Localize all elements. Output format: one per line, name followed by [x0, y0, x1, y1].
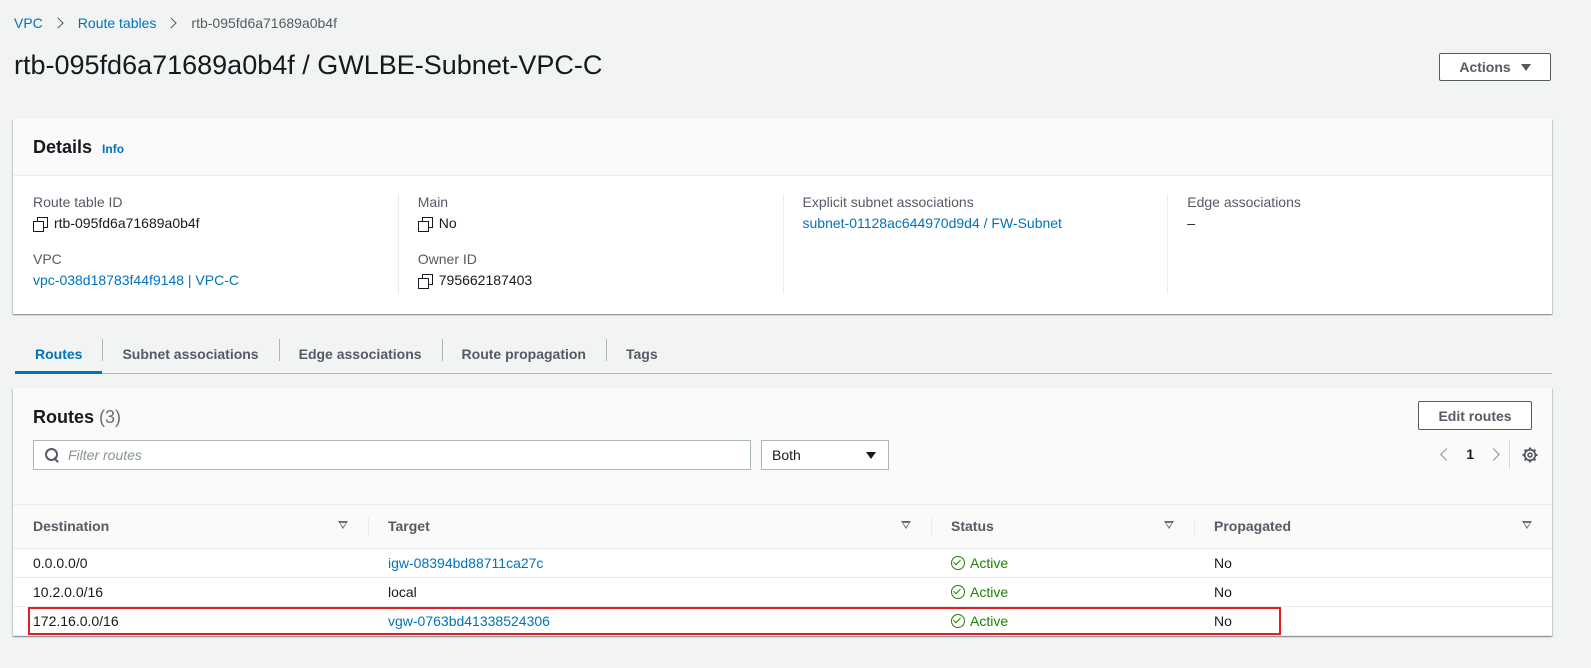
route-table-id-value: rtb-095fd6a71689a0b4f	[54, 215, 200, 231]
breadcrumb-current: rtb-095fd6a71689a0b4f	[191, 15, 337, 31]
details-column-4: Edge associations –	[1167, 194, 1552, 314]
pagination: 1	[1440, 446, 1500, 462]
route-type-select-value: Both	[772, 447, 801, 463]
search-icon	[44, 447, 60, 463]
check-circle-icon	[951, 555, 965, 570]
breadcrumb: VPC Route tables rtb-095fd6a71689a0b4f	[14, 15, 337, 31]
copy-icon[interactable]	[417, 216, 433, 232]
vpc-field: VPC vpc-038d18783f44f9148 | VPC-C	[33, 251, 398, 289]
filter-routes-field[interactable]	[33, 440, 751, 470]
propagated-cell: No	[1194, 606, 1552, 636]
table-row: 0.0.0.0/0 igw-08394bd88711ca27c Active N…	[13, 548, 1552, 578]
tab-routes[interactable]: Routes	[15, 334, 103, 374]
routes-title: Routes (3)	[33, 407, 121, 428]
edit-routes-button[interactable]: Edit routes	[1418, 401, 1532, 430]
sort-icon[interactable]	[1522, 521, 1532, 529]
details-panel: Details Info Route table ID rtb-095fd6a7…	[13, 119, 1552, 314]
page-title: rtb-095fd6a71689a0b4f / GWLBE-Subnet-VPC…	[14, 50, 603, 80]
routes-title-text: Routes	[33, 407, 95, 427]
destination-cell: 0.0.0.0/0	[13, 548, 368, 578]
edge-associations-value: –	[1187, 215, 1196, 231]
target-cell: local	[368, 577, 931, 607]
tab-tags[interactable]: Tags	[605, 334, 678, 373]
tab-bar: Routes Subnet associations Edge associat…	[15, 338, 1552, 374]
destination-cell: 172.16.0.0/16	[13, 606, 368, 636]
filter-routes-input[interactable]	[68, 447, 668, 463]
tab-route-propagation[interactable]: Route propagation	[441, 334, 606, 373]
route-type-select[interactable]: Both	[761, 440, 889, 470]
page-number[interactable]: 1	[1466, 446, 1474, 462]
sort-icon[interactable]	[1164, 521, 1174, 529]
table-row: 172.16.0.0/16 vgw-0763bd41338524306 Acti…	[13, 606, 1552, 636]
copy-icon[interactable]	[417, 273, 433, 289]
check-circle-icon	[951, 584, 965, 599]
status-text: Active	[970, 554, 1009, 571]
explicit-subnet-label: Explicit subnet associations	[802, 194, 974, 210]
actions-button[interactable]: Actions	[1439, 53, 1551, 81]
owner-id-label: Owner ID	[417, 251, 477, 267]
status-text: Active	[970, 612, 1009, 629]
propagated-cell: No	[1194, 577, 1552, 607]
actions-button-label: Actions	[1459, 59, 1511, 75]
route-table-id-label: Route table ID	[33, 194, 123, 210]
edge-associations-label: Edge associations	[1187, 194, 1301, 210]
main-label: Main	[417, 194, 449, 210]
sort-icon[interactable]	[901, 521, 911, 529]
breadcrumb-route-tables-link[interactable]: Route tables	[78, 15, 157, 31]
status-cell: Active	[931, 606, 1194, 636]
target-link[interactable]: igw-08394bd88711ca27c	[388, 555, 543, 571]
chevron-right-icon	[165, 17, 178, 29]
details-column-2: Main No Owner ID 795662187403	[397, 194, 783, 314]
explicit-subnet-field: Explicit subnet associations subnet-0112…	[803, 194, 1168, 232]
routes-panel: Routes (3) Edit routes Both 1	[13, 388, 1552, 636]
routes-count: (3)	[99, 407, 122, 427]
tab-subnet-associations[interactable]: Subnet associations	[102, 334, 278, 373]
info-link[interactable]: Info	[102, 142, 124, 156]
vpc-link[interactable]: vpc-038d18783f44f9148 | VPC-C	[33, 272, 239, 289]
divider	[1509, 441, 1510, 469]
column-header-target[interactable]: Target	[368, 505, 931, 549]
column-header-propagated[interactable]: Propagated	[1194, 505, 1552, 549]
edge-associations-field: Edge associations –	[1187, 194, 1552, 232]
copy-icon[interactable]	[33, 216, 48, 232]
explicit-subnet-link[interactable]: subnet-01128ac644970d9d4 / FW-Subnet	[803, 215, 1062, 232]
main-value: No	[438, 215, 457, 231]
gear-icon[interactable]	[1522, 447, 1538, 463]
column-header-destination[interactable]: Destination	[13, 505, 368, 549]
target-cell: vgw-0763bd41338524306	[368, 606, 931, 636]
breadcrumb-vpc-link[interactable]: VPC	[14, 15, 43, 31]
chevron-left-icon[interactable]	[1440, 447, 1454, 461]
caret-down-icon	[1520, 63, 1531, 71]
details-header: Details Info	[13, 119, 1552, 176]
details-grid: Route table ID rtb-095fd6a71689a0b4f VPC…	[13, 176, 1552, 314]
chevron-right-icon	[52, 17, 64, 29]
destination-cell: 10.2.0.0/16	[13, 577, 368, 607]
sort-icon[interactable]	[338, 521, 348, 529]
check-circle-icon	[951, 613, 965, 628]
target-link[interactable]: vgw-0763bd41338524306	[388, 613, 550, 629]
status-cell: Active	[931, 577, 1194, 607]
route-table-id-field: Route table ID rtb-095fd6a71689a0b4f	[33, 194, 398, 232]
target-cell: igw-08394bd88711ca27c	[368, 548, 931, 578]
tab-edge-associations[interactable]: Edge associations	[278, 334, 442, 373]
status-cell: Active	[931, 548, 1194, 578]
main-field: Main No	[417, 194, 783, 232]
vpc-label: VPC	[33, 251, 62, 267]
details-column-3: Explicit subnet associations subnet-0112…	[782, 194, 1168, 314]
table-row: 10.2.0.0/16 local Active No	[13, 577, 1552, 607]
column-header-status[interactable]: Status	[931, 505, 1194, 549]
chevron-right-icon[interactable]	[1487, 447, 1500, 461]
table-header-row: Destination Target Status Propagated	[13, 505, 1552, 549]
owner-id-value: 795662187403	[438, 272, 533, 288]
details-title: Details	[33, 136, 93, 157]
status-text: Active	[970, 583, 1009, 600]
propagated-cell: No	[1194, 548, 1552, 578]
routes-table: Destination Target Status Propagated 0.0…	[13, 505, 1552, 636]
routes-header: Routes (3) Edit routes Both 1	[13, 388, 1552, 505]
details-column-1: Route table ID rtb-095fd6a71689a0b4f VPC…	[13, 194, 398, 314]
owner-id-field: Owner ID 795662187403	[417, 251, 783, 289]
caret-down-icon	[866, 451, 876, 459]
